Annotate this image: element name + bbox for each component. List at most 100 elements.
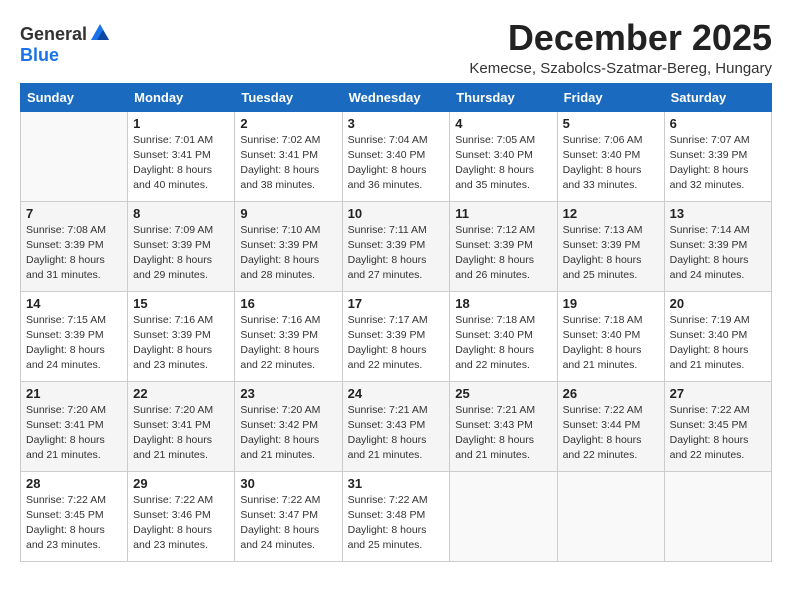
calendar-cell: 21Sunrise: 7:20 AM Sunset: 3:41 PM Dayli… [21,381,128,471]
calendar-cell: 7 Sunrise: 7:08 AM Sunset: 3:39 PM Daylig… [21,201,128,291]
day-info: Sunrise: 7:21 AM Sunset: 3:43 PM Dayligh… [455,403,551,464]
calendar-cell: 11 Sunrise: 7:12 AM Sunset: 3:39 PM Dayli… [450,201,557,291]
day-number: 23 [240,386,336,401]
calendar-cell: 10 Sunrise: 7:11 AM Sunset: 3:39 PM Dayli… [342,201,450,291]
calendar-cell: 14Sunrise: 7:15 AM Sunset: 3:39 PM Dayli… [21,291,128,381]
calendar-cell: 2Sunrise: 7:02 AM Sunset: 3:41 PM Daylig… [235,111,342,201]
day-number: 6 [670,116,766,131]
day-number: 22 [133,386,229,401]
day-info: Sunrise: 7:10 AM Sunset: 3:39 PM Dayligh… [240,223,336,284]
col-header-wednesday: Wednesday [342,83,450,111]
month-title: December 2025 [469,18,772,58]
day-number: 27 [670,386,766,401]
calendar-cell [557,471,664,561]
day-number: 19 [563,296,659,311]
calendar-cell: 15Sunrise: 7:16 AM Sunset: 3:39 PM Dayli… [128,291,235,381]
calendar-cell: 8Sunrise: 7:09 AM Sunset: 3:39 PM Daylig… [128,201,235,291]
col-header-saturday: Saturday [664,83,771,111]
calendar-cell: 26 Sunrise: 7:22 AM Sunset: 3:44 PM Dayli… [557,381,664,471]
calendar-cell: 31Sunrise: 7:22 AM Sunset: 3:48 PM Dayli… [342,471,450,561]
logo-blue: Blue [20,45,59,65]
calendar-cell: 25 Sunrise: 7:21 AM Sunset: 3:43 PM Dayli… [450,381,557,471]
day-number: 18 [455,296,551,311]
day-number: 7 [26,206,122,221]
day-number: 28 [26,476,122,491]
location-title: Kemecse, Szabolcs-Szatmar-Bereg, Hungary [469,60,772,77]
day-info: Sunrise: 7:16 AM Sunset: 3:39 PM Dayligh… [240,313,336,374]
day-number: 12 [563,206,659,221]
day-number: 10 [348,206,445,221]
day-number: 29 [133,476,229,491]
calendar-cell: 19 Sunrise: 7:18 AM Sunset: 3:40 PM Dayli… [557,291,664,381]
day-info: Sunrise: 7:05 AM Sunset: 3:40 PM Dayligh… [455,133,551,194]
day-info: Sunrise: 7:11 AM Sunset: 3:39 PM Dayligh… [348,223,445,284]
col-header-monday: Monday [128,83,235,111]
calendar-cell: 4 Sunrise: 7:05 AM Sunset: 3:40 PM Daylig… [450,111,557,201]
calendar-cell [21,111,128,201]
day-info: Sunrise: 7:07 AM Sunset: 3:39 PM Dayligh… [670,133,766,194]
day-number: 14 [26,296,122,311]
calendar-cell: 30 Sunrise: 7:22 AM Sunset: 3:47 PM Dayli… [235,471,342,561]
day-number: 17 [348,296,445,311]
calendar-cell: 6 Sunrise: 7:07 AM Sunset: 3:39 PM Daylig… [664,111,771,201]
day-number: 21 [26,386,122,401]
calendar-cell: 16Sunrise: 7:16 AM Sunset: 3:39 PM Dayli… [235,291,342,381]
calendar-cell [450,471,557,561]
day-info: Sunrise: 7:22 AM Sunset: 3:47 PM Dayligh… [240,493,336,554]
calendar-cell: 17 Sunrise: 7:17 AM Sunset: 3:39 PM Dayli… [342,291,450,381]
day-info: Sunrise: 7:18 AM Sunset: 3:40 PM Dayligh… [563,313,659,374]
day-info: Sunrise: 7:22 AM Sunset: 3:45 PM Dayligh… [26,493,122,554]
day-info: Sunrise: 7:01 AM Sunset: 3:41 PM Dayligh… [133,133,229,194]
day-number: 9 [240,206,336,221]
day-info: Sunrise: 7:22 AM Sunset: 3:45 PM Dayligh… [670,403,766,464]
day-number: 25 [455,386,551,401]
title-area: December 2025 Kemecse, Szabolcs-Szatmar-… [469,18,772,77]
day-info: Sunrise: 7:17 AM Sunset: 3:39 PM Dayligh… [348,313,445,374]
day-number: 11 [455,206,551,221]
day-info: Sunrise: 7:19 AM Sunset: 3:40 PM Dayligh… [670,313,766,374]
calendar-cell: 12 Sunrise: 7:13 AM Sunset: 3:39 PM Dayli… [557,201,664,291]
day-info: Sunrise: 7:20 AM Sunset: 3:42 PM Dayligh… [240,403,336,464]
day-info: Sunrise: 7:06 AM Sunset: 3:40 PM Dayligh… [563,133,659,194]
calendar-cell [664,471,771,561]
calendar-cell: 22Sunrise: 7:20 AM Sunset: 3:41 PM Dayli… [128,381,235,471]
header-row: SundayMondayTuesdayWednesdayThursdayFrid… [21,83,772,111]
day-info: Sunrise: 7:13 AM Sunset: 3:39 PM Dayligh… [563,223,659,284]
calendar-cell: 27 Sunrise: 7:22 AM Sunset: 3:45 PM Dayli… [664,381,771,471]
day-info: Sunrise: 7:12 AM Sunset: 3:39 PM Dayligh… [455,223,551,284]
col-header-tuesday: Tuesday [235,83,342,111]
calendar-cell: 9 Sunrise: 7:10 AM Sunset: 3:39 PM Daylig… [235,201,342,291]
day-info: Sunrise: 7:16 AM Sunset: 3:39 PM Dayligh… [133,313,229,374]
col-header-friday: Friday [557,83,664,111]
calendar-cell: 18 Sunrise: 7:18 AM Sunset: 3:40 PM Dayli… [450,291,557,381]
day-info: Sunrise: 7:08 AM Sunset: 3:39 PM Dayligh… [26,223,122,284]
calendar-cell: 3 Sunrise: 7:04 AM Sunset: 3:40 PM Daylig… [342,111,450,201]
day-number: 4 [455,116,551,131]
calendar-cell: 5 Sunrise: 7:06 AM Sunset: 3:40 PM Daylig… [557,111,664,201]
logo-icon [89,22,111,44]
day-number: 26 [563,386,659,401]
logo: General Blue [20,22,111,66]
calendar-cell: 13Sunrise: 7:14 AM Sunset: 3:39 PM Dayli… [664,201,771,291]
calendar-cell: 20Sunrise: 7:19 AM Sunset: 3:40 PM Dayli… [664,291,771,381]
header: General Blue December 2025 Kemecse, Szab… [20,18,772,77]
week-row: 1Sunrise: 7:01 AM Sunset: 3:41 PM Daylig… [21,111,772,201]
calendar-cell: 29 Sunrise: 7:22 AM Sunset: 3:46 PM Dayli… [128,471,235,561]
day-number: 30 [240,476,336,491]
calendar-table: SundayMondayTuesdayWednesdayThursdayFrid… [20,83,772,562]
calendar-cell: 23 Sunrise: 7:20 AM Sunset: 3:42 PM Dayli… [235,381,342,471]
logo-general: General [20,25,87,43]
day-info: Sunrise: 7:04 AM Sunset: 3:40 PM Dayligh… [348,133,445,194]
day-info: Sunrise: 7:18 AM Sunset: 3:40 PM Dayligh… [455,313,551,374]
day-info: Sunrise: 7:22 AM Sunset: 3:44 PM Dayligh… [563,403,659,464]
day-number: 3 [348,116,445,131]
day-number: 5 [563,116,659,131]
day-info: Sunrise: 7:22 AM Sunset: 3:46 PM Dayligh… [133,493,229,554]
day-info: Sunrise: 7:22 AM Sunset: 3:48 PM Dayligh… [348,493,445,554]
week-row: 28 Sunrise: 7:22 AM Sunset: 3:45 PM Dayli… [21,471,772,561]
week-row: 7 Sunrise: 7:08 AM Sunset: 3:39 PM Daylig… [21,201,772,291]
day-number: 2 [240,116,336,131]
day-info: Sunrise: 7:14 AM Sunset: 3:39 PM Dayligh… [670,223,766,284]
week-row: 14Sunrise: 7:15 AM Sunset: 3:39 PM Dayli… [21,291,772,381]
day-info: Sunrise: 7:21 AM Sunset: 3:43 PM Dayligh… [348,403,445,464]
